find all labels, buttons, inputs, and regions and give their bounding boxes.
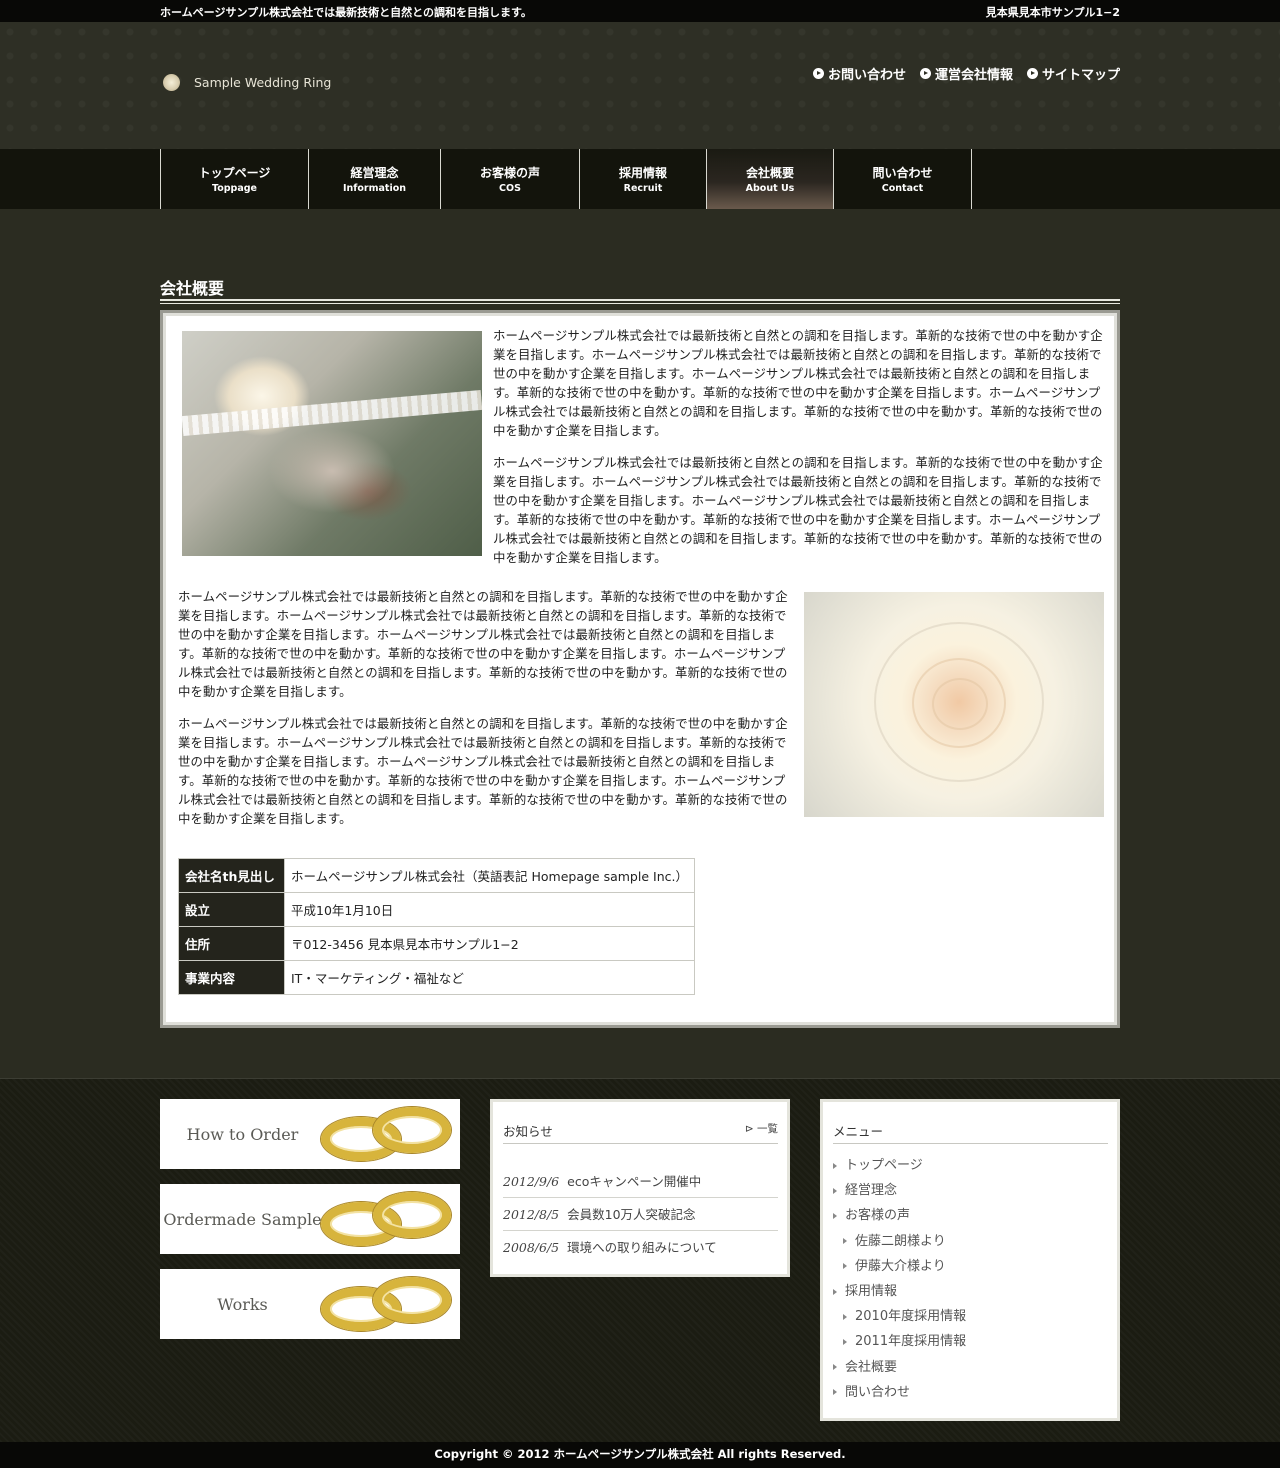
body-paragraph: ホームページサンプル株式会社では最新技術と自然との調和を目指します。革新的な技術… [178,715,788,827]
nav-item-information[interactable]: 経営理念 Information [309,149,441,209]
utility-link-sitemap[interactable]: サイトマップ [1026,64,1120,83]
double-arrow-icon: ⊳ [744,1123,757,1135]
body-paragraph: ホームページサンプル株式会社では最新技術と自然との調和を目指します。革新的な技術… [493,454,1103,566]
logo-text: Sample Wedding Ring [194,75,332,90]
page-title: 会社概要 [160,279,225,298]
news-more-link[interactable]: ⊳ 一覧 [745,1121,778,1136]
table-header-cell: 設立 [178,892,285,927]
table-header-cell: 会社名th見出し [178,858,285,893]
banner-ordermade-sample[interactable]: Ordermade Sample [160,1184,460,1254]
news-item[interactable]: 2012/9/6 ecoキャンペーン開催中 [503,1165,778,1198]
tagline: ホームページサンプル株式会社では最新技術と自然との調和を目指します。 [160,6,532,19]
arrow-circle-icon [812,68,824,79]
news-divider [503,1143,778,1144]
body-paragraph: ホームページサンプル株式会社では最新技術と自然との調和を目指します。革新的な技術… [178,589,788,700]
global-nav: トップページ Toppage 経営理念 Information お客様の声 COS 採… [0,149,1280,209]
menu-item[interactable]: 問い合わせ [833,1380,1108,1405]
menu-list: トップページ 経営理念 お客様の声 佐藤二朗様より 伊藤大介様より 採用情報 2… [833,1153,1108,1405]
menu-title: メニュー [833,1124,884,1139]
triangle-bullet-icon [843,1338,847,1345]
nav-item-contact[interactable]: 問い合わせ Contact [834,149,972,209]
table-row: 設立 平成10年1月10日 [178,892,695,927]
table-cell: ホームページサンプル株式会社（英語表記 Homepage sample Inc.… [284,858,695,893]
table-cell: IT・マーケティング・福祉など [284,960,695,995]
ring-logo-icon [163,74,180,91]
gold-rings-icon [311,1105,456,1163]
triangle-bullet-icon [843,1238,847,1245]
lace-veil-detail [181,389,483,437]
header-address: 見本県見本市サンプル1−2 [985,6,1120,19]
utility-link-company[interactable]: 運営会社情報 [919,64,1013,83]
gold-rings-icon [311,1190,456,1248]
news-widget: お知らせ ⊳ 一覧 2012/9/6 ecoキャンペーン開催中 2012/8/5 会… [490,1099,790,1277]
triangle-bullet-icon [833,1288,837,1295]
table-row: 事業内容 IT・マーケティング・福祉など [178,960,695,995]
menu-item[interactable]: 採用情報 [833,1279,1108,1304]
news-title: お知らせ [503,1124,553,1139]
rose-petal-ring [874,622,1044,782]
bridal-bouquet-photo [181,331,483,556]
table-cell: 〒012-3456 見本県見本市サンプル1−2 [284,926,695,961]
site-logo[interactable]: Sample Wedding Ring [163,74,331,91]
menu-item[interactable]: 経営理念 [833,1178,1108,1203]
triangle-bullet-icon [843,1313,847,1320]
utility-link-contact[interactable]: お問い合わせ [812,64,906,83]
white-rose-photo [804,592,1104,817]
triangle-bullet-icon [833,1162,837,1169]
menu-subitem[interactable]: 佐藤二朗様より [833,1229,1108,1254]
second-text-block: ホームページサンプル株式会社では最新技術と自然との調和を目指します。革新的な技術… [178,587,790,828]
site-header: Sample Wedding Ring お問い合わせ 運営会社情報 サイトマップ [0,22,1280,149]
menu-subitem[interactable]: 2010年度採用情報 [833,1304,1108,1329]
news-item[interactable]: 2012/8/5 会員数10万人突破記念 [503,1198,778,1231]
banner-works[interactable]: Works [160,1269,460,1339]
nav-item-toppage[interactable]: トップページ Toppage [161,149,309,209]
footer-menu-widget: メニュー トップページ 経営理念 お客様の声 佐藤二朗様より 伊藤大介様より 採… [820,1099,1120,1421]
nav-item-cos[interactable]: お客様の声 COS [441,149,580,209]
title-divider [160,299,1120,304]
triangle-bullet-icon [833,1389,837,1396]
menu-divider [833,1143,1108,1144]
top-strip: ホームページサンプル株式会社では最新技術と自然との調和を目指します。 見本県見本… [0,0,1280,22]
nav-item-recruit[interactable]: 採用情報 Recruit [580,149,707,209]
menu-subitem[interactable]: 2011年度採用情報 [833,1329,1108,1354]
triangle-bullet-icon [833,1187,837,1194]
table-header-cell: 住所 [178,926,285,961]
banner-how-to-order[interactable]: How to Order [160,1099,460,1169]
arrow-circle-icon [1026,68,1038,79]
body-paragraph: ホームページサンプル株式会社では最新技術と自然との調和を目指します。革新的な技術… [493,328,1103,439]
triangle-bullet-icon [833,1364,837,1371]
menu-item[interactable]: お客様の声 [833,1203,1108,1228]
gold-rings-icon [311,1275,456,1333]
copyright: Copyright © 2012 ホームページサンプル株式会社 All righ… [0,1442,1280,1468]
triangle-bullet-icon [833,1212,837,1219]
table-row: 会社名th見出し ホームページサンプル株式会社（英語表記 Homepage sa… [178,858,695,893]
news-item[interactable]: 2008/6/5 環境への取り組みについて [503,1231,778,1264]
utility-nav: お問い合わせ 運営会社情報 サイトマップ [812,64,1120,83]
table-header-cell: 事業内容 [178,960,285,995]
table-cell: 平成10年1月10日 [284,892,695,927]
table-row: 住所 〒012-3456 見本県見本市サンプル1−2 [178,926,695,961]
menu-item[interactable]: 会社概要 [833,1355,1108,1380]
content-panel: ホームページサンプル株式会社では最新技術と自然との調和を目指します。革新的な技術… [160,310,1120,1028]
menu-item[interactable]: トップページ [833,1153,1108,1178]
triangle-bullet-icon [843,1263,847,1270]
menu-subitem[interactable]: 伊藤大介様より [833,1254,1108,1279]
nav-item-about-us[interactable]: 会社概要 About Us [707,149,834,209]
intro-text-block: ホームページサンプル株式会社では最新技術と自然との調和を目指します。革新的な技術… [493,326,1105,567]
company-info-table: 会社名th見出し ホームページサンプル株式会社（英語表記 Homepage sa… [178,858,695,995]
arrow-circle-icon [919,68,931,79]
